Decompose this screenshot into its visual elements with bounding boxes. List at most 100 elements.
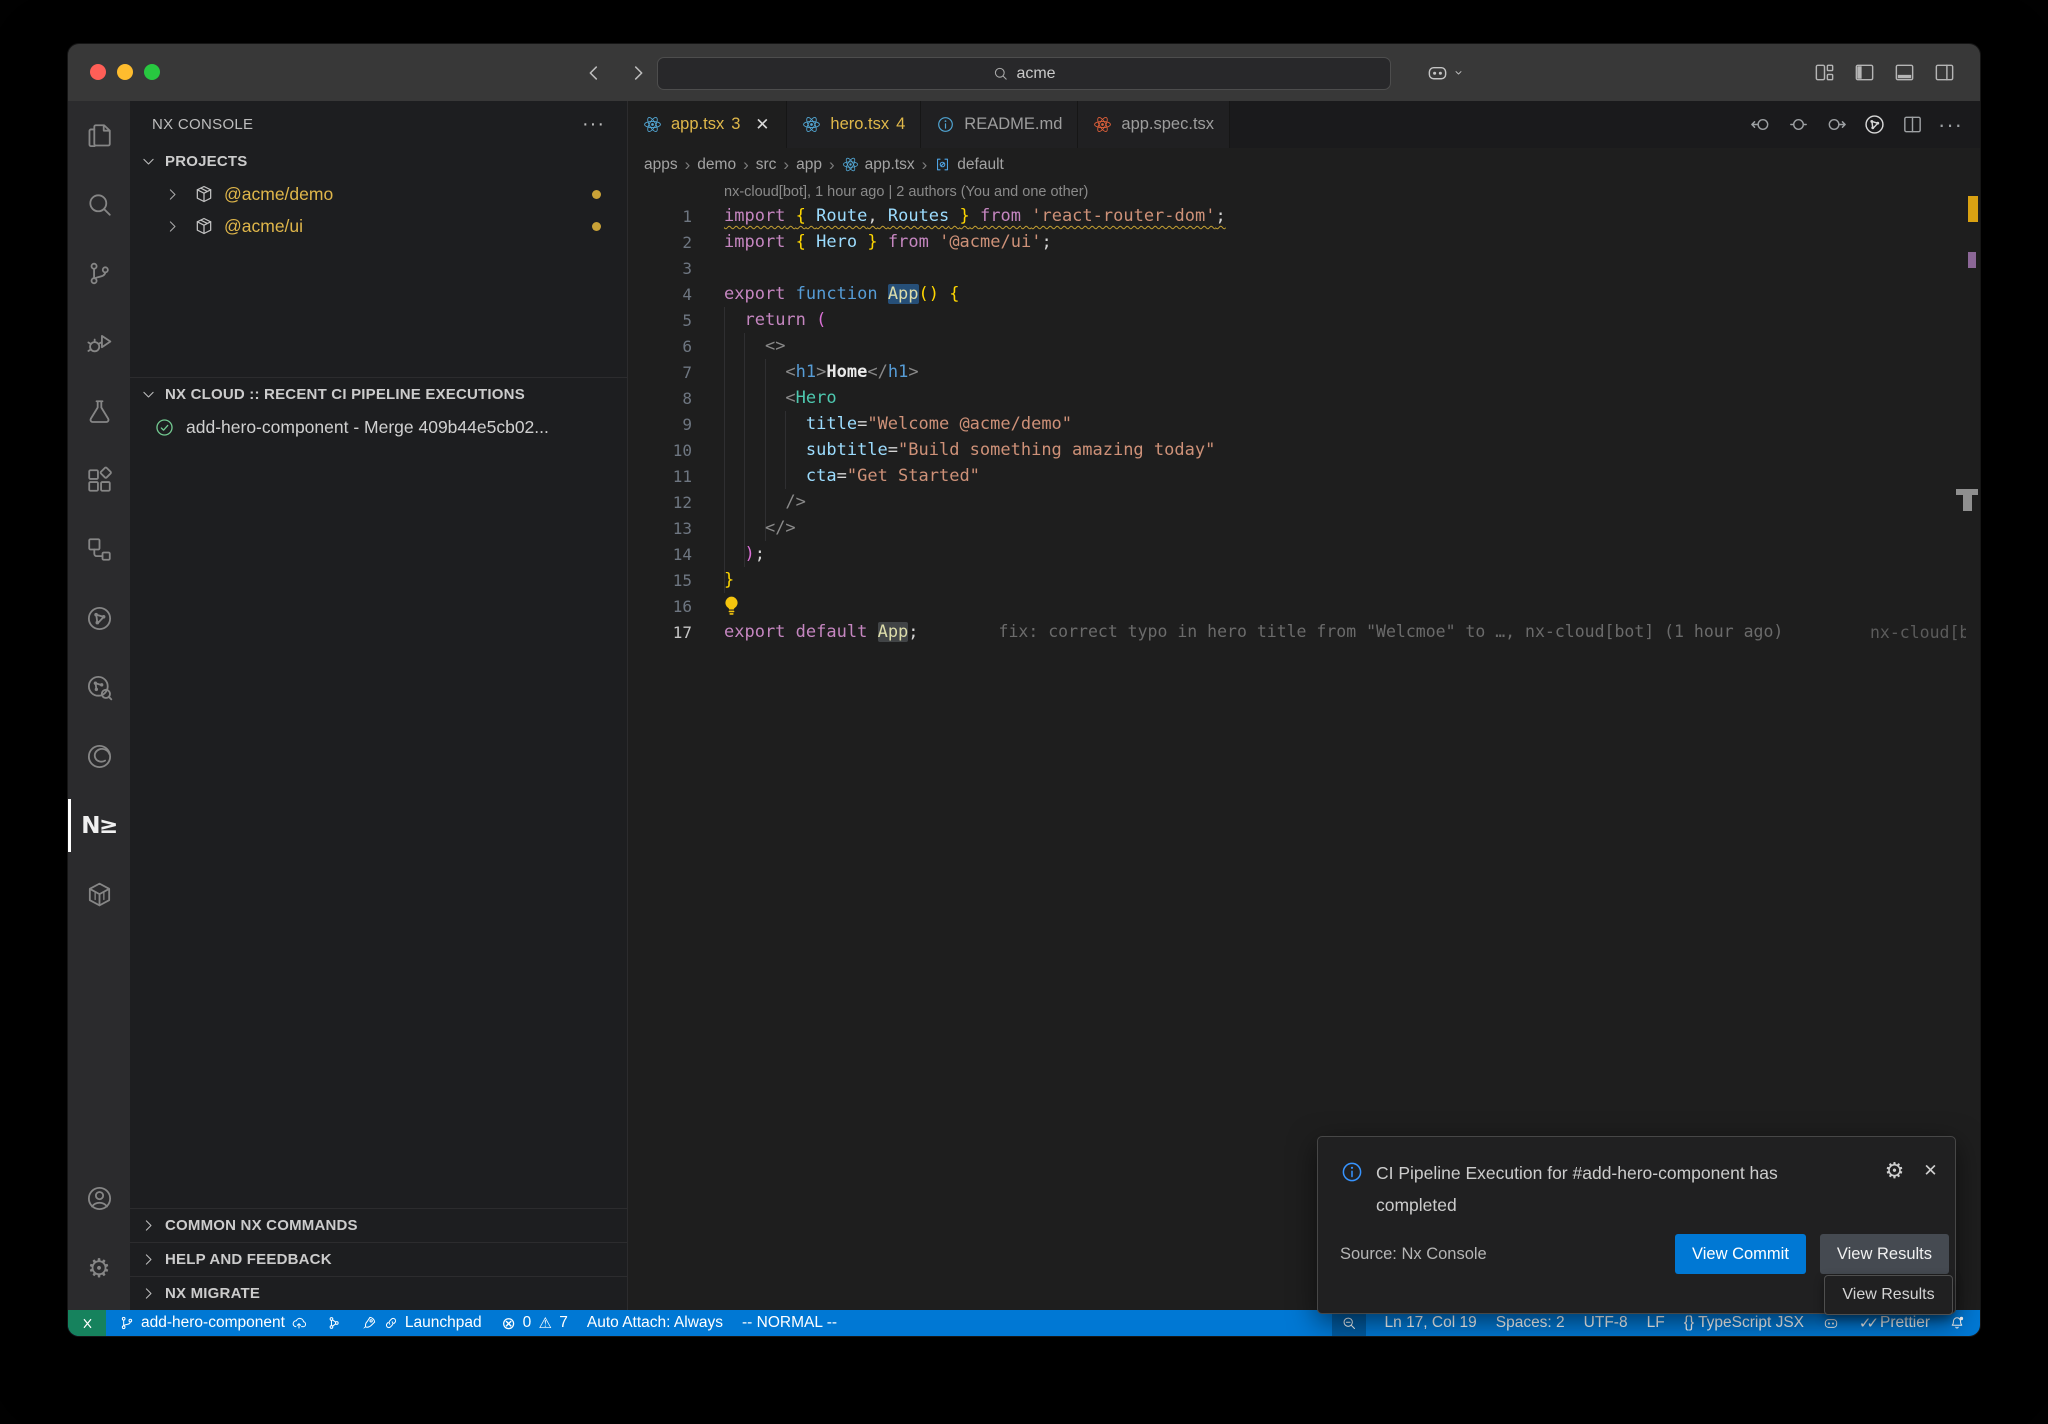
nx-graph-action-icon[interactable] bbox=[1863, 113, 1886, 136]
code-line-13[interactable]: 13 </> bbox=[628, 515, 1980, 541]
activity-item-settings-gear[interactable]: ⚙ bbox=[68, 1233, 130, 1302]
activity-item-account[interactable] bbox=[68, 1164, 130, 1233]
breadcrumb-item-app-tsx[interactable]: app.tsx bbox=[842, 156, 915, 174]
status-vim-mode[interactable]: -- NORMAL -- bbox=[742, 1310, 837, 1336]
view-commit-button[interactable]: View Commit bbox=[1675, 1234, 1806, 1274]
code-text: import { Route, Routes } from 'react-rou… bbox=[724, 206, 1226, 226]
code-line-3[interactable]: 3 bbox=[628, 255, 1980, 281]
activity-item-nx-graph[interactable] bbox=[68, 584, 130, 653]
code-line-12[interactable]: 12 /> bbox=[628, 489, 1980, 515]
activity-item-containers[interactable] bbox=[68, 860, 130, 929]
lightbulb-icon[interactable] bbox=[720, 594, 743, 617]
codelens-blame[interactable]: nx-cloud[bot], 1 hour ago | 2 authors (Y… bbox=[628, 181, 1980, 203]
nx-migrate-header[interactable]: NX MIGRATE bbox=[130, 1276, 627, 1310]
chevron-right-icon bbox=[140, 1251, 157, 1268]
projects-section-header[interactable]: PROJECTS bbox=[130, 145, 627, 178]
code-line-7[interactable]: 7 <h1>Home</h1> bbox=[628, 359, 1980, 385]
code-line-6[interactable]: 6 <> bbox=[628, 333, 1980, 359]
activity-item-source-control[interactable] bbox=[68, 239, 130, 308]
project-item-acme-ui[interactable]: @acme/ui bbox=[130, 210, 627, 242]
nx-cloud-section: NX CLOUD :: RECENT CI PIPELINE EXECUTION… bbox=[130, 377, 627, 443]
code-line-1[interactable]: 1import { Route, Routes } from 'react-ro… bbox=[628, 203, 1980, 229]
remote-indicator[interactable] bbox=[68, 1310, 106, 1336]
command-center-search[interactable]: acme bbox=[657, 57, 1391, 90]
breadcrumb-item-app[interactable]: app bbox=[796, 156, 822, 174]
view-results-button[interactable]: View Results bbox=[1820, 1234, 1949, 1274]
code-text: export function App() { bbox=[724, 284, 960, 304]
copilot-menu[interactable] bbox=[1426, 44, 1466, 101]
line-number: 11 bbox=[628, 467, 692, 486]
chevron-right-icon bbox=[140, 1217, 157, 1234]
layout-customize-icon[interactable] bbox=[1813, 61, 1836, 84]
activity-item-run-debug[interactable] bbox=[68, 308, 130, 377]
activity-item-search[interactable] bbox=[68, 170, 130, 239]
status-launchpad[interactable]: Launchpad bbox=[361, 1310, 482, 1336]
status-source-control-graph[interactable] bbox=[326, 1310, 342, 1336]
common-nx-commands-header[interactable]: COMMON NX COMMANDS bbox=[130, 1208, 627, 1242]
tab-label: app.tsx bbox=[671, 115, 724, 134]
activity-item-edge-browser[interactable] bbox=[68, 722, 130, 791]
status-branch[interactable]: add-hero-component bbox=[119, 1310, 307, 1336]
close-window-button[interactable] bbox=[90, 64, 106, 80]
status-problems[interactable]: ⊗0⚠7 bbox=[501, 1310, 568, 1336]
activity-item-testing[interactable] bbox=[68, 377, 130, 446]
copilot-icon bbox=[1426, 61, 1449, 84]
zoom-window-button[interactable] bbox=[144, 64, 160, 80]
layout-sidebar-right-icon[interactable] bbox=[1933, 61, 1956, 84]
help-and-feedback-header[interactable]: HELP AND FEEDBACK bbox=[130, 1242, 627, 1276]
nx-cloud-section-header[interactable]: NX CLOUD :: RECENT CI PIPELINE EXECUTION… bbox=[130, 378, 627, 411]
status-text: Prettier bbox=[1880, 1314, 1930, 1332]
layout-panel-icon[interactable] bbox=[1893, 61, 1916, 84]
breadcrumb-item-default[interactable]: default bbox=[934, 156, 1004, 174]
chevron-down-icon bbox=[140, 386, 157, 403]
chevron-down-icon bbox=[140, 153, 157, 170]
code-line-4[interactable]: 4export function App() { bbox=[628, 281, 1980, 307]
view-results-tooltip: View Results bbox=[1824, 1275, 1953, 1315]
code-line-17[interactable]: 17export default App;fix: correct typo i… bbox=[628, 619, 1980, 645]
project-item-acme-demo[interactable]: @acme/demo bbox=[130, 178, 627, 210]
tab-readme-md[interactable]: README.md bbox=[921, 101, 1078, 148]
activity-item-references[interactable] bbox=[68, 515, 130, 584]
breadcrumb-label: app.tsx bbox=[865, 156, 915, 174]
sidebar-more-actions-icon[interactable]: ··· bbox=[582, 114, 605, 134]
breadcrumb-item-demo[interactable]: demo bbox=[697, 156, 736, 174]
chevron-down-icon bbox=[1451, 65, 1466, 80]
code-line-15[interactable]: 15} bbox=[628, 567, 1980, 593]
tab-app-tsx[interactable]: app.tsx3✕ bbox=[628, 101, 787, 148]
tab-close-icon[interactable]: ✕ bbox=[753, 116, 771, 134]
activity-item-nx-console[interactable]: N≥ bbox=[68, 791, 130, 860]
references-icon bbox=[85, 535, 114, 564]
code-line-5[interactable]: 5 return ( bbox=[628, 307, 1980, 333]
notification-settings-gear-icon[interactable]: ⚙ bbox=[1884, 1160, 1905, 1181]
tab-app-spec-tsx[interactable]: app.spec.tsx bbox=[1078, 101, 1230, 148]
code-line-8[interactable]: 8 <Hero bbox=[628, 385, 1980, 411]
breadcrumb-item-apps[interactable]: apps bbox=[644, 156, 678, 174]
code-text: subtitle="Build something amazing today" bbox=[724, 440, 1215, 460]
code-line-11[interactable]: 11 cta="Get Started" bbox=[628, 463, 1980, 489]
search-icon bbox=[85, 190, 114, 219]
code-line-2[interactable]: 2import { Hero } from '@acme/ui'; bbox=[628, 229, 1980, 255]
code-line-16[interactable]: 16 bbox=[628, 593, 1980, 619]
layout-sidebar-left-icon[interactable] bbox=[1853, 61, 1876, 84]
status-auto-attach[interactable]: Auto Attach: Always bbox=[587, 1310, 723, 1336]
nav-back-icon[interactable] bbox=[1749, 113, 1772, 136]
code-line-10[interactable]: 10 subtitle="Build something amazing tod… bbox=[628, 437, 1980, 463]
tab-hero-tsx[interactable]: hero.tsx4 bbox=[787, 101, 921, 148]
minimize-window-button[interactable] bbox=[117, 64, 133, 80]
activity-item-nx-graph-focus[interactable] bbox=[68, 653, 130, 722]
code-line-9[interactable]: 9 title="Welcome @acme/demo" bbox=[628, 411, 1980, 437]
link-icon bbox=[383, 1315, 399, 1331]
code-line-14[interactable]: 14 ); bbox=[628, 541, 1980, 567]
notification-close-icon[interactable]: ✕ bbox=[1920, 1160, 1941, 1181]
back-arrow-icon[interactable] bbox=[583, 62, 605, 84]
nav-forward-icon[interactable] bbox=[1825, 113, 1848, 136]
tab-problem-badge: 4 bbox=[896, 115, 905, 134]
more-actions-icon[interactable]: ··· bbox=[1939, 113, 1962, 136]
split-editor-icon[interactable] bbox=[1901, 113, 1924, 136]
nav-dot-icon[interactable] bbox=[1787, 113, 1810, 136]
activity-item-extensions[interactable] bbox=[68, 446, 130, 515]
forward-arrow-icon[interactable] bbox=[627, 62, 649, 84]
breadcrumb-item-src[interactable]: src bbox=[756, 156, 777, 174]
ci-pipeline-execution-item[interactable]: add-hero-component - Merge 409b44e5cb02.… bbox=[130, 411, 627, 443]
activity-item-explorer[interactable] bbox=[68, 101, 130, 170]
